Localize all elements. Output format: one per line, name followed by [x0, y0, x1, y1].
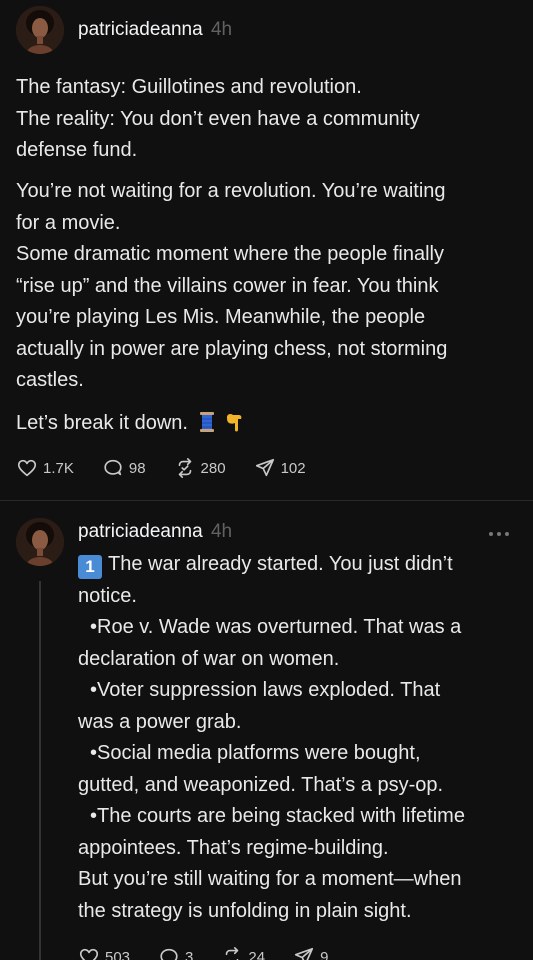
username[interactable]: patriciadeanna [78, 19, 203, 40]
repost-icon [178, 458, 191, 478]
like-count: 1.7K [43, 459, 74, 477]
text-line: Some dramatic moment where the people fi… [16, 243, 444, 265]
share-button[interactable]: 102 [254, 457, 306, 479]
post-actions: 503 3 24 9 [78, 942, 356, 960]
comment-bubble-icon [104, 459, 122, 476]
avatar[interactable] [16, 518, 64, 566]
heart-icon [79, 948, 99, 960]
text-line: the strategy is unfolding in plain sight… [78, 899, 412, 922]
username[interactable]: patriciadeanna [78, 521, 203, 542]
text-line: notice. [78, 584, 137, 607]
post-text: You’re not waiting for a revolution. You… [16, 176, 521, 397]
send-icon [294, 947, 314, 960]
bullet-line: •Social media platforms were bought, [90, 742, 421, 764]
repost-count: 280 [200, 459, 226, 477]
post-header: patriciadeanna 4h [78, 520, 232, 544]
bullet-line: •The courts are being stacked with lifet… [90, 805, 465, 827]
text-line: 1 The war already started. You just didn’… [78, 549, 523, 581]
text-line: appointees. That’s regime-building. [78, 836, 389, 859]
repost-button[interactable]: 280 [174, 457, 226, 479]
post-header: patriciadeanna 4h [78, 18, 232, 42]
share-button[interactable]: 9 [293, 946, 328, 960]
text-line: was a power grab. [78, 710, 242, 733]
text-line: The fantasy: Guillotines and revolution. [16, 76, 362, 98]
share-count: 102 [280, 459, 306, 477]
post-text: The fantasy: Guillotines and revolution.… [16, 72, 521, 167]
timestamp: 4h [210, 19, 233, 40]
send-icon [255, 458, 274, 477]
text-line: actually in power are playing chess, not… [16, 337, 448, 360]
bullet-line: •Voter suppression laws exploded. That [90, 679, 441, 701]
text-line: defense fund. [16, 139, 138, 161]
like-button[interactable]: 503 [78, 946, 130, 960]
text-line: You’re not waiting for a revolution. You… [16, 180, 446, 202]
thread-spool-icon [199, 412, 214, 432]
post[interactable]: patriciadeanna 4h The fantasy: Guillotin… [0, 0, 533, 500]
bullet-line: •Roe v. Wade was overturned. That was a [90, 616, 462, 638]
share-count: 9 [320, 948, 329, 960]
number-one-icon: 1 [78, 555, 102, 579]
heart-icon [17, 459, 37, 477]
avatar[interactable] [16, 6, 64, 54]
text-line: declaration of war on women. [78, 647, 340, 670]
post[interactable]: patriciadeanna 4h 1 The war already start… [0, 500, 533, 960]
repost-icon [226, 947, 239, 960]
comment-bubble-icon [160, 948, 178, 960]
text-line: castles. [16, 369, 84, 391]
text-line: “rise up” and the villains cower in fear… [16, 274, 439, 297]
thread-line [39, 581, 41, 960]
comment-count: 98 [128, 459, 146, 477]
post-text: Let’s break it down. [16, 408, 521, 440]
text-line: But you’re still waiting for a moment—wh… [78, 868, 462, 890]
repost-button[interactable]: 24 [221, 946, 265, 960]
text-line: you’re playing Les Mis. Meanwhile, the p… [16, 306, 426, 328]
text-line: gutted, and weaponized. That’s a psy-op. [78, 773, 444, 796]
pointing-down-icon [227, 413, 242, 432]
repost-count: 24 [248, 948, 266, 960]
like-button[interactable]: 1.7K [16, 457, 74, 479]
like-count: 503 [105, 948, 131, 960]
post-actions: 1.7K 98 280 102 [16, 453, 334, 483]
post-text: 1 The war already started. You just didn’… [78, 549, 523, 927]
text-line: for a movie. [16, 211, 121, 234]
comment-button[interactable]: 3 [158, 946, 193, 960]
timestamp: 4h [210, 521, 233, 542]
comment-button[interactable]: 98 [102, 457, 146, 479]
text-line: The reality: You don’t even have a commu… [16, 107, 420, 130]
more-dots-icon[interactable] [489, 523, 515, 537]
text-line: Let’s break it down. [16, 412, 188, 434]
comment-count: 3 [185, 948, 194, 960]
